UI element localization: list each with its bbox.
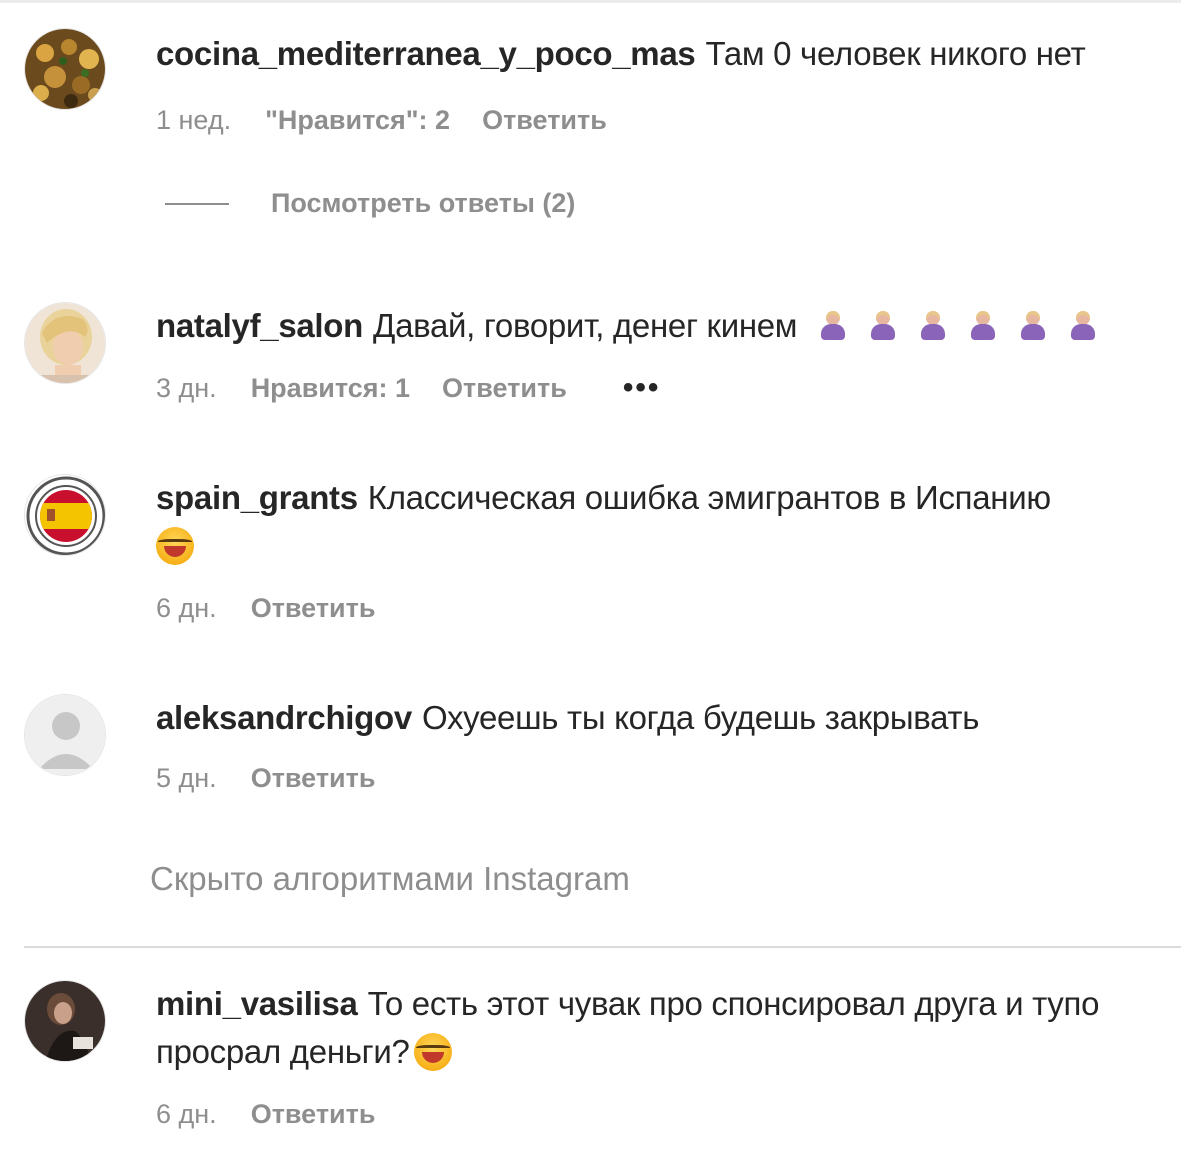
comment-time[interactable]: 6 дн. <box>156 593 217 624</box>
reply-button[interactable]: Ответить <box>251 1099 376 1130</box>
comment-time[interactable]: 3 дн. <box>156 373 217 404</box>
comment-username[interactable]: spain_grants <box>156 479 358 516</box>
comment-likes[interactable]: "Нравится": 2 <box>265 105 450 136</box>
reply-button[interactable]: Ответить <box>482 105 607 136</box>
spain-flag-badge-icon <box>25 475 105 555</box>
comment-body: Там 0 человек никого нет <box>705 35 1086 72</box>
comment-likes[interactable]: Нравится: 1 <box>251 373 410 404</box>
comment-text: spain_grants Классическая ошибка эмигрант… <box>156 474 1163 570</box>
view-replies-label: Посмотреть ответы (2) <box>271 188 576 218</box>
comment-time[interactable]: 5 дн. <box>156 763 217 794</box>
woman-avatar-icon <box>25 303 105 383</box>
replies-dash <box>165 202 229 205</box>
person-emoji-icon <box>1019 311 1047 341</box>
person-emoji-icon <box>869 311 897 341</box>
person-emoji-icon <box>969 311 997 341</box>
person-emoji-icon <box>1069 311 1097 341</box>
comment-text: aleksandrchigov Охуеешь ты когда будешь з… <box>156 694 1163 742</box>
avatar[interactable] <box>24 28 106 110</box>
comment-body: Охуеешь ты когда будешь закрывать <box>421 699 980 736</box>
reply-button[interactable]: Ответить <box>251 763 376 794</box>
avatar[interactable] <box>24 980 106 1062</box>
comment-time[interactable]: 6 дн. <box>156 1099 217 1130</box>
comment-body: Давай, говорит, денег кинем <box>373 307 798 344</box>
default-user-icon <box>25 695 105 775</box>
laughing-emoji-icon <box>156 527 194 565</box>
comment-text: natalyf_salon Давай, говорит, денег кинем <box>156 302 1163 350</box>
top-divider <box>0 0 1181 3</box>
person-emoji-icon <box>919 311 947 341</box>
view-replies-button[interactable]: Посмотреть ответы (2) <box>165 188 575 219</box>
comment-text: cocina_mediterranea_y_poco_mas Там 0 чело… <box>156 30 1163 78</box>
avatar[interactable] <box>24 302 106 384</box>
comment-username[interactable]: mini_vasilisa <box>156 985 358 1022</box>
comment-username[interactable]: cocina_mediterranea_y_poco_mas <box>156 35 696 72</box>
comment-text: mini_vasilisa То есть этот чувак про спон… <box>156 980 1163 1076</box>
food-avatar-icon <box>25 29 105 109</box>
laughing-emoji-icon <box>413 1033 452 1071</box>
avatar[interactable] <box>24 474 106 556</box>
reply-button[interactable]: Ответить <box>442 373 567 404</box>
hidden-by-algorithm-note: Скрыто алгоритмами Instagram <box>150 860 630 897</box>
comment-username[interactable]: aleksandrchigov <box>156 699 412 736</box>
person-emoji-icon <box>819 311 847 341</box>
comment-time[interactable]: 1 нед. <box>156 105 231 136</box>
reply-button[interactable]: Ответить <box>251 593 376 624</box>
section-divider <box>24 946 1181 948</box>
comment-username[interactable]: natalyf_salon <box>156 307 363 344</box>
photo-avatar-icon <box>25 981 105 1061</box>
more-options-icon[interactable]: ••• <box>623 371 661 405</box>
comment-body: Классическая ошибка эмигрантов в Испанию <box>367 479 1051 516</box>
avatar[interactable] <box>24 694 106 776</box>
